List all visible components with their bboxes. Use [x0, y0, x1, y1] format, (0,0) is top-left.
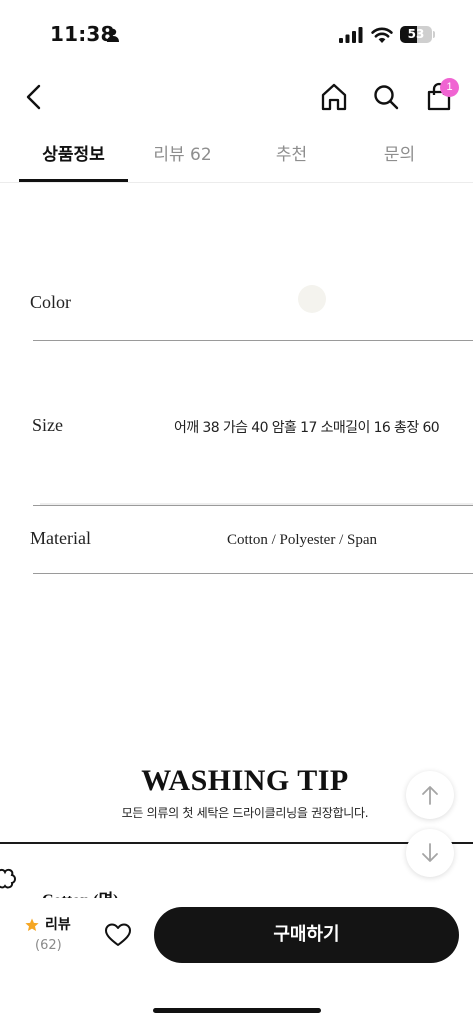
- review-count[interactable]: (62): [35, 938, 62, 953]
- status-time: 11:38: [50, 22, 115, 46]
- home-icon[interactable]: [318, 80, 350, 114]
- signal-icon: [339, 27, 363, 43]
- status-bar: 11:38 53: [0, 0, 473, 70]
- wifi-icon: [371, 27, 393, 43]
- material-label: Material: [30, 528, 91, 548]
- arrow-up-icon: [422, 786, 438, 805]
- battery-cap: [433, 31, 435, 38]
- battery-indicator: 53: [400, 26, 432, 43]
- washing-tip-title: WASHING TIP: [141, 764, 349, 797]
- washing-tip-subtitle: 모든 의류의 첫 세탁은 드라이클리닝을 권장합니다.: [121, 806, 369, 820]
- arrow-down-icon: [422, 843, 438, 862]
- battery-percent: 53: [407, 27, 425, 41]
- tab-reviews[interactable]: 리뷰 62: [128, 128, 237, 183]
- divider: [33, 505, 473, 506]
- person-icon: [107, 28, 119, 42]
- scroll-bottom-button[interactable]: [406, 829, 454, 877]
- size-value: 어깨 38 가슴 40 암홀 17 소매길이 16 총장 60: [174, 420, 440, 436]
- cotton-icon: [0, 868, 16, 889]
- divider: [33, 573, 473, 574]
- size-label: Size: [32, 415, 63, 435]
- buy-button[interactable]: 구매하기: [154, 907, 459, 963]
- tab-inquiry[interactable]: 문의: [345, 128, 454, 183]
- cart-count-badge: 1: [440, 78, 459, 97]
- scroll-top-button[interactable]: [406, 771, 454, 819]
- home-indicator[interactable]: [153, 1008, 321, 1013]
- tab-product-info[interactable]: 상품정보: [19, 128, 128, 183]
- cotton-care-label: Cotton (면): [42, 886, 119, 898]
- divider: [33, 340, 473, 341]
- tab-recommended[interactable]: 추천: [237, 128, 346, 183]
- review-label[interactable]: 리뷰: [45, 914, 71, 934]
- back-icon[interactable]: [18, 80, 50, 114]
- search-icon[interactable]: [370, 80, 402, 114]
- star-icon: [25, 918, 39, 931]
- section-divider: [0, 842, 473, 844]
- color-label: Color: [30, 292, 72, 312]
- material-value: Cotton / Polyester / Span: [227, 532, 377, 548]
- active-tab-indicator: [19, 179, 128, 182]
- color-swatch: [298, 285, 326, 313]
- heart-icon[interactable]: [104, 922, 132, 948]
- product-tabs: 상품정보 리뷰 62 추천 문의: [0, 128, 473, 183]
